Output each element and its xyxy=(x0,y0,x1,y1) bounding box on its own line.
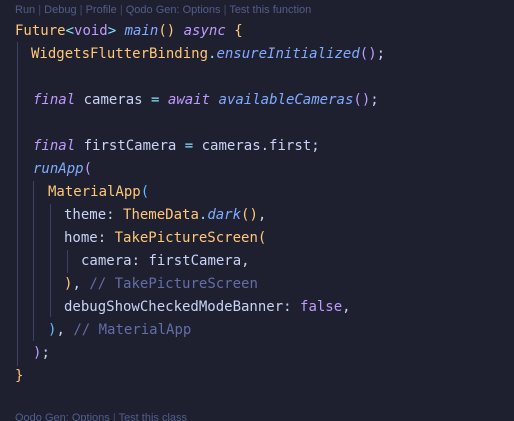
operator-equals: = xyxy=(184,138,194,154)
operator-equals: = xyxy=(151,92,160,108)
var-firstcamera: firstCamera xyxy=(83,138,177,154)
code-line-8[interactable]: home: TakePictureScreen( xyxy=(64,227,266,250)
value-false: false xyxy=(300,299,343,315)
codelens-qodo-options[interactable]: Qodo Gen: Options xyxy=(15,412,110,421)
code-line-13[interactable]: ); xyxy=(33,342,50,365)
semicolon: ; xyxy=(376,46,386,62)
comma: , xyxy=(342,299,351,315)
comma: , xyxy=(56,322,65,338)
paren-close: ) xyxy=(361,92,371,108)
paren-open: ( xyxy=(359,46,369,62)
codelens-profile[interactable]: Profile xyxy=(86,4,117,16)
parens: () xyxy=(158,23,176,39)
codelens-class: Qodo Gen: Options | Test this class xyxy=(15,412,187,421)
codelens-separator: | xyxy=(223,4,227,16)
parens: () xyxy=(241,207,258,223)
prop-theme: theme: xyxy=(64,207,115,223)
codelens-run[interactable]: Run xyxy=(15,4,35,16)
method-ensureinitialized: ensureInitialized xyxy=(216,46,360,62)
comma: , xyxy=(241,253,250,269)
var-cameras: cameras xyxy=(83,92,143,108)
angle-open: < xyxy=(65,23,75,39)
type-future: Future xyxy=(15,23,66,39)
codelens-test-class[interactable]: Test this class xyxy=(119,412,187,421)
codelens-debug[interactable]: Debug xyxy=(44,4,76,16)
keyword-final: final xyxy=(33,138,76,154)
code-line-11[interactable]: debugShowCheckedModeBanner: false, xyxy=(64,296,351,319)
paren-close: ) xyxy=(368,46,377,62)
paren-open: ( xyxy=(140,184,150,200)
comma: , xyxy=(257,207,267,223)
code-line-7[interactable]: theme: ThemeData.dark(), xyxy=(64,204,266,227)
codelens-test-function[interactable]: Test this function xyxy=(229,4,311,16)
prop-home: home: xyxy=(64,230,107,246)
code-line-12[interactable]: ), // MaterialApp xyxy=(48,319,191,342)
codelens-separator: | xyxy=(119,4,123,16)
semicolon: ; xyxy=(370,92,379,108)
code-line-5[interactable]: runApp( xyxy=(33,158,92,181)
code-editor[interactable]: Run | Debug | Profile | Qodo Gen: Option… xyxy=(0,0,514,421)
code-line-4[interactable]: final firstCamera = cameras.first; xyxy=(33,135,320,158)
class-materialapp: MaterialApp xyxy=(48,184,141,200)
code-line-10[interactable]: ), // TakePictureScreen xyxy=(64,273,258,296)
value-firstcamera: firstCamera xyxy=(148,253,242,269)
code-line-14[interactable]: } xyxy=(15,365,23,388)
semicolon: ; xyxy=(311,138,320,154)
codelens-function: Run | Debug | Profile | Qodo Gen: Option… xyxy=(15,4,311,16)
indent-guide xyxy=(33,181,34,341)
semicolon: ; xyxy=(41,345,50,361)
code-line-2[interactable]: WidgetsFlutterBinding.ensureInitialized(… xyxy=(31,43,385,66)
codelens-separator: | xyxy=(38,4,42,16)
method-dark: dark xyxy=(207,207,242,223)
code-line-3[interactable]: final cameras = await availableCameras()… xyxy=(33,89,379,112)
codelens-separator: | xyxy=(79,4,83,16)
function-runapp: runApp xyxy=(33,161,84,177)
class-themedata: ThemeData xyxy=(123,207,199,223)
keyword-final: final xyxy=(33,92,76,108)
angle-close: > xyxy=(107,23,117,39)
paren-open: ( xyxy=(353,92,362,108)
expr-cameras-first: cameras.first xyxy=(201,138,312,154)
code-line-9[interactable]: camera: firstCamera, xyxy=(81,250,250,273)
class-widgetsflutterbinding: WidgetsFlutterBinding xyxy=(31,46,209,62)
keyword-await: await xyxy=(167,92,211,108)
class-takepicturescreen: TakePictureScreen xyxy=(114,230,258,246)
paren-open: ( xyxy=(257,230,267,246)
prop-debugshowcheckedmodebanner: debugShowCheckedModeBanner: xyxy=(64,299,292,315)
comment-materialapp: // MaterialApp xyxy=(73,322,192,338)
indent-guide xyxy=(17,42,18,366)
indent-guide xyxy=(50,204,51,317)
brace-close: } xyxy=(15,368,24,384)
comment-takepicturescreen: // TakePictureScreen xyxy=(89,276,258,292)
indent-guide xyxy=(67,250,68,273)
paren-open: ( xyxy=(83,161,93,177)
type-void: void xyxy=(74,23,108,39)
brace-open: { xyxy=(234,23,243,39)
codelens-qodo-options[interactable]: Qodo Gen: Options xyxy=(126,4,221,16)
comma: , xyxy=(72,276,81,292)
keyword-async: async xyxy=(183,23,226,39)
code-line-6[interactable]: MaterialApp( xyxy=(48,181,149,204)
function-main: main xyxy=(124,23,159,39)
function-availablecameras: availableCameras xyxy=(218,92,354,108)
code-line-1[interactable]: Future<void> main() async { xyxy=(15,20,243,43)
codelens-separator: | xyxy=(112,412,116,421)
prop-camera: camera: xyxy=(81,253,141,269)
